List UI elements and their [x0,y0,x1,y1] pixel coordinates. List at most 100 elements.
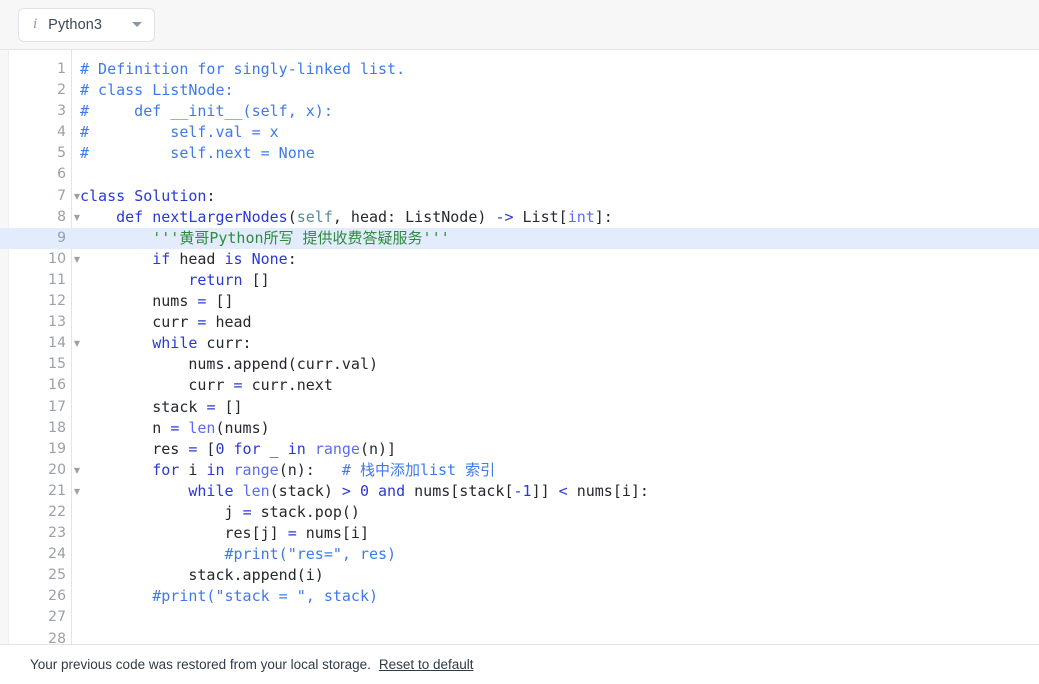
code-token-op: = [287,524,297,543]
code-token-pl: stack.pop() [251,502,360,521]
code-line-text: # Definition for singly-linked list. [80,59,405,80]
line-number: 15 [48,356,66,373]
code-token-fn: Solution [134,186,207,205]
code-token-pl: res [80,439,189,458]
code-token-pl: curr [80,376,234,395]
code-token-com: # self.next = None [80,144,315,163]
code-line[interactable]: 14 ▼ while curr: [0,333,1039,354]
code-token-bi: range [314,439,360,458]
code-token-kw: class [80,186,126,205]
line-number: 9 [57,229,66,246]
chevron-down-icon [132,22,143,27]
code-line-text: if head is None: [80,249,297,270]
code-line[interactable]: 7 ▼ class Solution: [0,186,1039,207]
code-line-text: return [] [80,270,269,291]
line-number: 6 [57,166,66,183]
code-token-pl: stack.append(i) [80,566,324,585]
code-line-text: # def __init__(self, x): [80,101,333,122]
code-token-kw: None [251,249,288,268]
code-line[interactable]: 27 [0,607,1039,628]
code-line[interactable]: 20 ▼ for i in range(n): # 栈中添加list 索引 [0,460,1039,481]
code-lines-container[interactable]: 1 # Definition for singly-linked list. 2 # … [0,59,1039,644]
line-number: 21 ▼ [0,481,80,502]
code-line[interactable]: 19 res = [0 for _ in range(n)] [0,439,1039,460]
line-number: 11 [48,271,66,288]
code-token-pl: [] [215,397,243,416]
code-line[interactable]: 5 # self.next = None [0,143,1039,164]
code-line[interactable]: 23 res[j] = nums[i] [0,523,1039,544]
line-number: 25 [48,567,66,584]
code-line[interactable]: 2 # class ListNode: [0,80,1039,101]
line-number: 8 ▼ [0,207,80,228]
code-token-pl: : [206,186,216,205]
code-line[interactable]: 3 # def __init__(self, x): [0,101,1039,122]
code-line[interactable]: 15 nums.append(curr.val) [0,354,1039,375]
code-line[interactable]: 17 stack = [] [0,397,1039,418]
code-line[interactable]: 12 nums = [] [0,291,1039,312]
code-token-pl: ( [287,207,297,226]
code-token-pl: j [80,502,243,521]
code-token-pl: List[ [513,207,568,226]
code-line-text: nums.append(curr.val) [80,354,378,375]
code-token-com: # 栈中添加list 索引 [341,460,496,479]
code-token-kw: while [188,481,234,500]
code-line-text: curr = curr.next [80,375,333,396]
code-token-pl: nums [80,292,198,311]
code-line[interactable]: 13 curr = head [0,312,1039,333]
code-token-com: # def __init__(self, x): [80,102,333,121]
code-line[interactable]: 9 '''黄哥Python所写 提供收费答疑服务''' [0,227,1039,249]
line-number: 16 [48,377,66,394]
code-line-text: # self.next = None [80,143,315,164]
code-line-text: stack = [] [80,397,243,418]
code-line-text: stack.append(i) [80,565,324,586]
line-number: 17 [48,398,66,415]
code-line[interactable]: 16 curr = curr.next [0,375,1039,396]
code-token-num: 0 [359,481,369,500]
code-line[interactable]: 18 n = len(nums) [0,418,1039,439]
code-line-text: #print("res=", res) [80,544,397,565]
reset-to-default-link[interactable]: Reset to default [379,657,474,672]
code-line-text: while len(stack) > 0 and nums[stack[-1]]… [80,481,649,502]
code-token-com: # class ListNode: [80,81,234,100]
code-line[interactable]: 8 ▼ def nextLargerNodes(self, head: ListN… [0,207,1039,228]
code-line[interactable]: 11 return [] [0,270,1039,291]
line-number: 5 [57,145,66,162]
line-number: 13 [48,314,66,331]
code-token-pl: nums[i]: [567,481,649,500]
code-line[interactable]: 21 ▼ while len(stack) > 0 and nums[stack[… [0,481,1039,502]
code-editor[interactable]: 1 # Definition for singly-linked list. 2 # … [0,50,1039,645]
line-number: 18 [48,419,66,436]
info-italic-icon: i [33,16,38,32]
language-selector-label: Python3 [48,16,103,33]
code-token-op: > [341,481,351,500]
code-token-pl: [] [206,292,234,311]
code-line[interactable]: 4 # self.val = x [0,122,1039,143]
code-line[interactable]: 22 j = stack.pop() [0,502,1039,523]
code-line[interactable]: 25 stack.append(i) [0,565,1039,586]
code-line-text: '''黄哥Python所写 提供收费答疑服务''' [80,228,449,249]
code-token-num: -1 [513,481,532,500]
code-line[interactable]: 1 # Definition for singly-linked list. [0,59,1039,80]
code-line[interactable]: 26 #print("stack = ", stack) [0,586,1039,607]
code-token-pl: head [206,313,252,332]
line-number: 7 ▼ [0,186,80,207]
code-token-com: # Definition for singly-linked list. [80,60,406,78]
code-token-pl: head [170,249,225,268]
code-line[interactable]: 10 ▼ if head is None: [0,249,1039,270]
code-token-kw: is [224,249,243,268]
line-number: 24 [48,546,66,563]
code-line[interactable]: 24 #print("res=", res) [0,544,1039,565]
code-token-kw: if [152,249,171,268]
code-line[interactable]: 6 [0,164,1039,185]
code-token-pl: (stack) [269,481,342,500]
language-selector-button[interactable]: i Python3 [18,7,156,42]
code-line[interactable]: 28 [0,629,1039,644]
code-token-pl: i [179,460,207,479]
